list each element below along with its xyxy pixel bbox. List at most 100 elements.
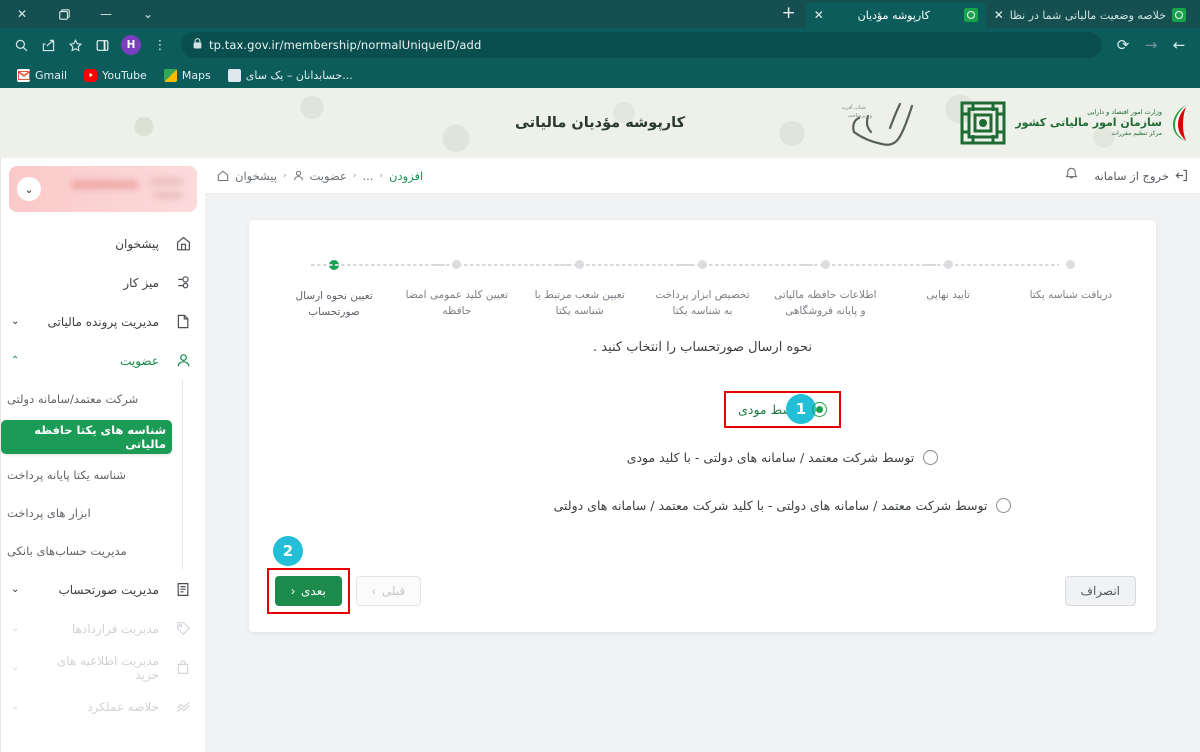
- wizard-step-4[interactable]: تخصیص ابزار پرداخت به شناسه یکتا: [556, 260, 757, 320]
- sidebar-subitem-trusted-company[interactable]: شرکت معتمد/سامانه دولتی: [1, 380, 172, 418]
- youtube-icon: [84, 68, 98, 82]
- option-by-taxpayer[interactable]: توسط مودی: [724, 390, 841, 428]
- logout-button[interactable]: خروج از سامانه: [1094, 169, 1188, 183]
- wizard-step-2[interactable]: تعیین کلید عمومی امضا حافظه: [310, 260, 512, 320]
- chevron-down-icon[interactable]: ⌄: [11, 584, 23, 595]
- previous-button[interactable]: قبلی ›: [355, 576, 422, 606]
- sidebar-subitem-payment-tools[interactable]: ابزار های پرداخت: [1, 494, 172, 532]
- sidebar-item-membership[interactable]: عضویت ⌃: [1, 341, 205, 380]
- new-tab-button[interactable]: +: [771, 4, 805, 24]
- step-label: تایید نهایی: [926, 289, 970, 301]
- browser-tab-2[interactable]: کارپوشه مؤدیان ✕: [805, 2, 986, 28]
- org-line-3: مرکز تنظیم مقررات: [1111, 130, 1162, 138]
- browser-menu-icon[interactable]: ⋮: [147, 32, 173, 58]
- sidebar-item-label: میز کار: [123, 275, 159, 290]
- close-window-icon[interactable]: ✕: [2, 0, 42, 28]
- bookmark-label: Gmail: [35, 68, 68, 82]
- wizard-step-7[interactable]: دریافت شناسه یکتا: [924, 260, 1126, 303]
- accountants-icon: [227, 68, 241, 82]
- chevron-up-icon[interactable]: ⌃: [11, 355, 23, 366]
- breadcrumb-item-dashboard[interactable]: پیشخوان: [235, 169, 277, 183]
- tax-emblem-icon: [960, 101, 1006, 145]
- svg-text:و زیرساخت: و زیرساخت: [848, 113, 873, 119]
- minimize-icon[interactable]: —: [86, 0, 126, 28]
- organization-name: وزارت امور اقتصاد و دارایی سازمان امور م…: [1015, 108, 1162, 137]
- sidebar-item-label: عضویت: [120, 353, 159, 368]
- sidebar-item-performance-summary[interactable]: خلاصه عملکرد ⌄: [1, 687, 205, 726]
- browser-tab-1[interactable]: خلاصه وضعیت مالیاتی شما در نظا ✕: [986, 2, 1194, 28]
- star-icon[interactable]: [62, 32, 88, 58]
- option-label: توسط شرکت معتمد / سامانه های دولتی - با …: [553, 497, 988, 513]
- option-row-2: توسط شرکت معتمد / سامانه های دولتی - با …: [249, 433, 1156, 481]
- wizard-step-5[interactable]: اطلاعات حافظه مالیاتی و پایانه فروشگاهی: [679, 260, 880, 320]
- breadcrumb-item-ellipsis[interactable]: ...: [362, 169, 373, 183]
- bookmark-maps[interactable]: Maps: [157, 67, 218, 84]
- forward-icon[interactable]: →: [1138, 32, 1164, 58]
- tab-title: خلاصه وضعیت مالیاتی شما در نظا: [1009, 8, 1166, 22]
- breadcrumb-item-add[interactable]: افزودن: [389, 169, 423, 183]
- back-icon[interactable]: ←: [1166, 32, 1192, 58]
- file-icon: [173, 314, 193, 329]
- wizard-step-3[interactable]: تعیین شعب مرتبط با شناسه یکتا: [433, 260, 635, 320]
- wizard-stepper: تعیین نحوه ارسال صورتحساب تعیین کلید عمو…: [279, 260, 1126, 332]
- sidebar-item-workdesk[interactable]: میز کار: [1, 263, 205, 302]
- sidebar-item-contract-management[interactable]: مدیریت قراردادها ⌄: [1, 609, 205, 648]
- close-icon[interactable]: ✕: [814, 9, 824, 21]
- maximize-icon[interactable]: [44, 0, 84, 28]
- radio-button[interactable]: [811, 401, 827, 417]
- home-icon: [173, 236, 193, 251]
- bookmark-youtube[interactable]: YouTube: [77, 67, 154, 84]
- share-icon[interactable]: [35, 32, 61, 58]
- sidebar-item-invoice-management[interactable]: مدیریت صورتحساب ⌄: [1, 570, 205, 609]
- options-group: 1 توسط مودی توسط شرکت معتمد / سامانه های…: [249, 385, 1156, 529]
- bookmark-label: حسابدانان – یک سای...: [245, 68, 353, 82]
- step-connector: [802, 264, 937, 266]
- chevron-left-icon: ‹: [291, 584, 295, 598]
- organization-logo: وزارت امور اقتصاد و دارایی سازمان امور م…: [959, 98, 1190, 148]
- omnibox-row: ← → ⟳ tp.tax.gov.ir/membership/normalUni…: [0, 28, 1200, 62]
- chevron-down-icon[interactable]: ⌄: [17, 177, 41, 201]
- page-title: کارپوشه مؤدیان مالیاتی: [514, 115, 686, 131]
- sidebar-subitem-bank-accounts[interactable]: مدیریت حساب‌های بانکی: [1, 532, 172, 570]
- wizard-step-1[interactable]: تعیین نحوه ارسال صورتحساب: [279, 260, 389, 321]
- sidebar-menu: پیشخوان میز کار مدیریت پرونده مالیاتی ⌄ …: [1, 220, 205, 726]
- maps-icon: [163, 68, 177, 82]
- search-icon[interactable]: [8, 32, 34, 58]
- bell-icon[interactable]: [1065, 167, 1078, 185]
- side-panel-icon[interactable]: [89, 32, 115, 58]
- radio-button[interactable]: [923, 449, 939, 465]
- address-bar[interactable]: tp.tax.gov.ir/membership/normalUniqueID/…: [181, 32, 1102, 58]
- breadcrumb: افزودن ‹ ... ‹ عضویت ‹ پیشخوان: [217, 169, 423, 183]
- next-button[interactable]: بعدی ‹: [275, 576, 342, 606]
- bookmark-gmail[interactable]: Gmail: [10, 67, 74, 84]
- radio-button[interactable]: [996, 497, 1012, 513]
- close-icon[interactable]: ✕: [994, 9, 1004, 21]
- user-meta-blurred-2: [153, 192, 183, 199]
- wizard-step-6[interactable]: تایید نهایی: [802, 260, 1003, 303]
- sidebar-item-dashboard[interactable]: پیشخوان: [1, 224, 205, 263]
- sidebar-item-purchase-notices[interactable]: مدیریت اطلاعیه های خرید ⌄: [1, 648, 205, 687]
- breadcrumb-item-membership[interactable]: عضویت: [310, 169, 347, 183]
- wizard-nav-buttons: بعدی ‹ قبلی ›: [267, 568, 422, 614]
- bookmark-accountants[interactable]: حسابدانان – یک سای...: [221, 67, 360, 84]
- cancel-button[interactable]: انصراف: [1064, 576, 1136, 606]
- user-profile-card[interactable]: ⌄: [9, 166, 197, 212]
- option-trusted-company-company-key[interactable]: توسط شرکت معتمد / سامانه های دولتی - با …: [542, 489, 1024, 522]
- reload-icon[interactable]: ⟳: [1110, 32, 1136, 58]
- chevron-down-icon[interactable]: ⌄: [11, 316, 23, 327]
- tolid-calligraphy-logo: شتاب آفرینی و زیرساخت: [842, 102, 914, 146]
- sidebar-subitem-unique-tax-memory-ids[interactable]: شناسه های یکتا حافظه مالیاتی: [1, 420, 172, 454]
- avatar[interactable]: H: [121, 35, 141, 55]
- chevron-down-icon[interactable]: ⌄: [11, 701, 23, 712]
- tab-search-icon[interactable]: ⌄: [128, 0, 168, 28]
- sidebar-subitem-payment-terminal-id[interactable]: شناسه یکتا پایانه پرداخت: [1, 456, 172, 494]
- option-trusted-company-taxpayer-key[interactable]: توسط شرکت معتمد / سامانه های دولتی - با …: [615, 441, 951, 474]
- chevron-down-icon[interactable]: ⌄: [11, 623, 23, 634]
- stepper-track: تعیین نحوه ارسال صورتحساب تعیین کلید عمو…: [279, 260, 1126, 321]
- bag-icon: [173, 660, 193, 675]
- chevron-down-icon[interactable]: ⌄: [11, 662, 23, 673]
- step-connector: [556, 264, 691, 266]
- sidebar-item-tax-file-management[interactable]: مدیریت پرونده مالیاتی ⌄: [1, 302, 205, 341]
- chevron-left-icon: ‹: [282, 170, 287, 181]
- user-name-blurred: [71, 180, 139, 189]
